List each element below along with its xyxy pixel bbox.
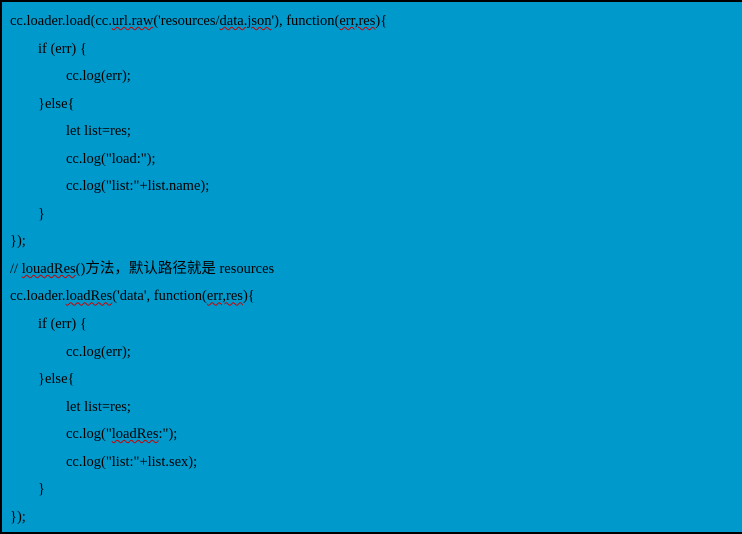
- code-line: cc.log("list:"+list.sex);: [10, 449, 742, 477]
- code-line: }else{: [10, 366, 742, 394]
- code-line: });: [10, 228, 742, 256]
- code-text: });: [10, 233, 26, 249]
- code-text: }: [38, 206, 45, 222]
- code-line: cc.loader.load(cc.url.raw('resources/dat…: [10, 8, 742, 36]
- code-text: }else{: [38, 96, 74, 112]
- code-text: }: [38, 481, 45, 497]
- code-line: let list=res;: [10, 394, 742, 422]
- code-text: ()方法，默认路径就是 resources: [76, 261, 275, 277]
- code-text: if (err) {: [38, 316, 87, 332]
- code-line: // louadRes()方法，默认路径就是 resources: [10, 256, 742, 284]
- code-text: cc.log("list:"+list.sex);: [66, 454, 197, 470]
- code-text: ('resources/: [153, 13, 219, 29]
- code-text: cc.log(err);: [66, 68, 131, 84]
- code-block: cc.loader.load(cc.url.raw('resources/dat…: [0, 0, 742, 534]
- code-line: }: [10, 201, 742, 229]
- code-line: });: [10, 504, 742, 532]
- code-line: }else{: [10, 91, 742, 119]
- code-line: cc.loader.loadRes('data', function(err,r…: [10, 283, 742, 311]
- code-text: ('data', function(: [112, 288, 207, 304]
- code-line: if (err) {: [10, 311, 742, 339]
- code-text: //: [10, 261, 22, 277]
- code-text: cc.loader.: [10, 288, 66, 304]
- spellcheck-squiggle: loadRes: [66, 288, 113, 304]
- code-line: cc.log(err);: [10, 63, 742, 91]
- spellcheck-squiggle: err,res: [207, 288, 243, 304]
- code-line: let list=res;: [10, 118, 742, 146]
- code-text: if (err) {: [38, 41, 87, 57]
- code-text: cc.log("load:");: [66, 151, 156, 167]
- code-text: let list=res;: [66, 123, 131, 139]
- code-line: cc.log("loadRes:");: [10, 421, 742, 449]
- code-text: ){: [375, 13, 387, 29]
- spellcheck-squiggle: err,res: [339, 13, 375, 29]
- spellcheck-squiggle: url.raw: [112, 13, 153, 29]
- code-text: }else{: [38, 371, 74, 387]
- code-text: cc.log(": [66, 426, 112, 442]
- code-text: ){: [243, 288, 255, 304]
- code-text: let list=res;: [66, 399, 131, 415]
- code-text: });: [10, 509, 26, 525]
- spellcheck-squiggle: loadRes: [112, 426, 159, 442]
- code-text: :");: [159, 426, 178, 442]
- code-text: '), function(: [272, 13, 340, 29]
- code-line: if (err) {: [10, 36, 742, 64]
- code-text: cc.loader.load(cc.: [10, 13, 112, 29]
- code-line: cc.log(err);: [10, 339, 742, 367]
- code-line: cc.log("load:");: [10, 146, 742, 174]
- code-text: cc.log("list:"+list.name);: [66, 178, 209, 194]
- code-line: cc.log("list:"+list.name);: [10, 173, 742, 201]
- spellcheck-squiggle: data.json: [220, 13, 272, 29]
- spellcheck-squiggle: louadRes: [22, 261, 76, 277]
- code-text: cc.log(err);: [66, 344, 131, 360]
- code-line: }: [10, 476, 742, 504]
